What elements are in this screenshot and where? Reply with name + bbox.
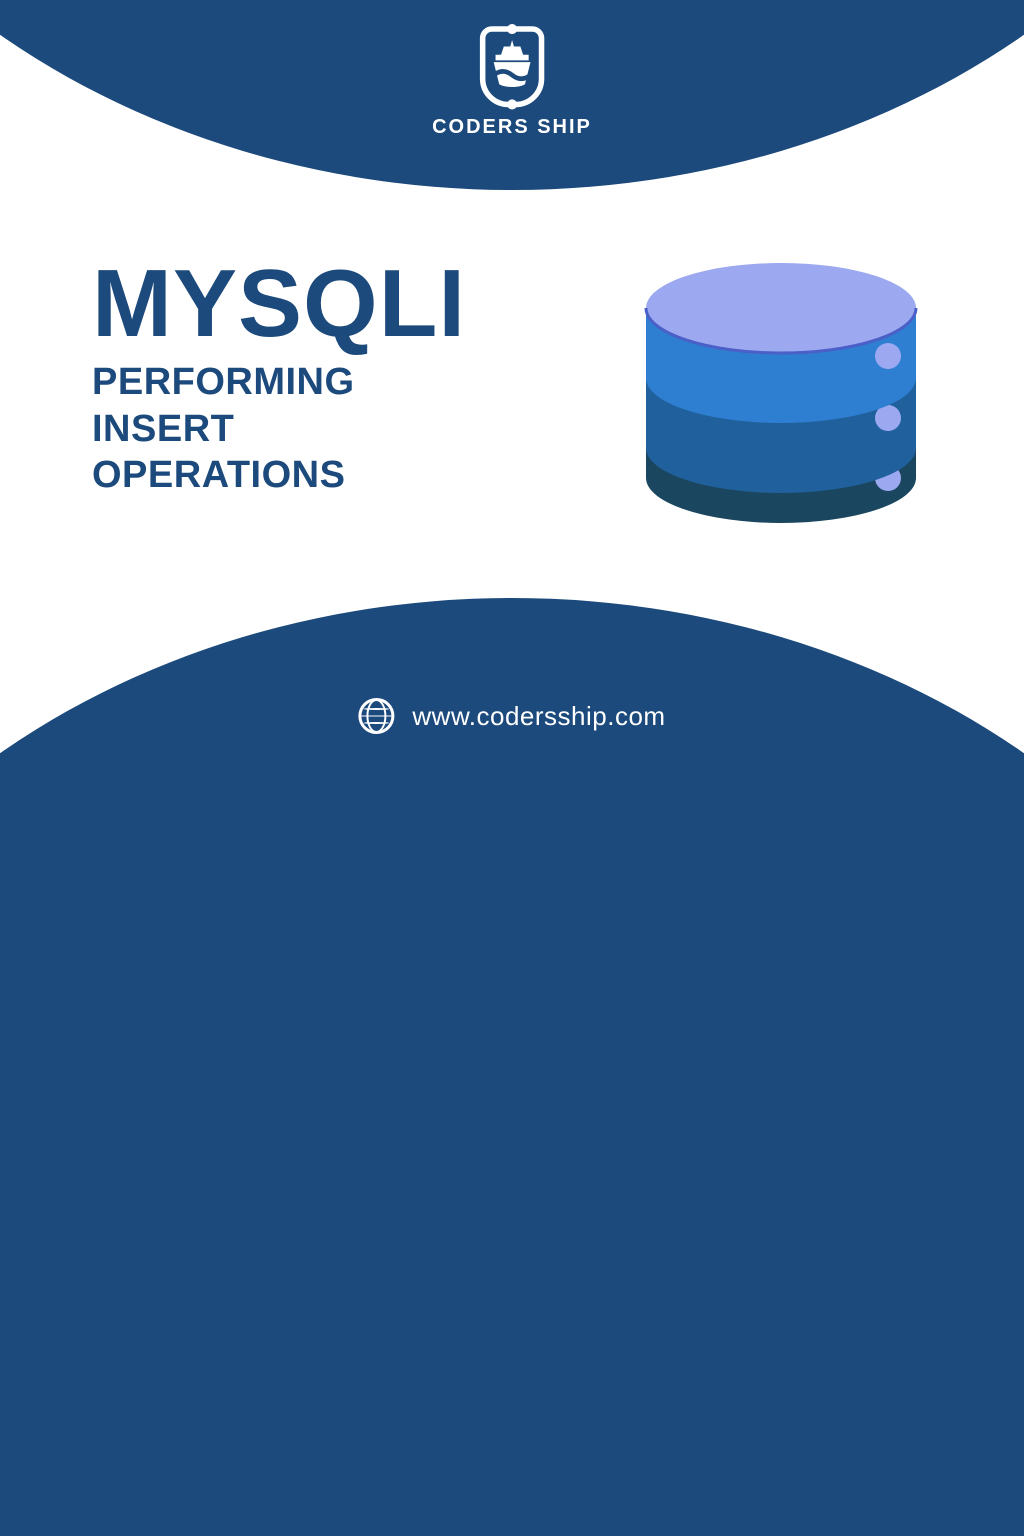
page-subtitle: PERFORMING INSERT OPERATIONS [92, 359, 466, 498]
subtitle-line-2: INSERT [92, 406, 466, 452]
page-title: MYSQLI [92, 258, 466, 349]
globe-icon [358, 698, 394, 734]
subtitle-line-3: OPERATIONS [92, 452, 466, 498]
logo-block: CODERS SHIP [432, 18, 592, 139]
footer: www.codersship.com [358, 698, 665, 734]
ship-logo-icon [466, 18, 558, 110]
website-url: www.codersship.com [412, 701, 665, 732]
brand-name: CODERS SHIP [432, 116, 592, 139]
database-icon [626, 228, 936, 538]
headline-block: MYSQLI PERFORMING INSERT OPERATIONS [92, 258, 466, 498]
bottom-arc [0, 598, 1024, 1536]
subtitle-line-1: PERFORMING [92, 359, 466, 405]
